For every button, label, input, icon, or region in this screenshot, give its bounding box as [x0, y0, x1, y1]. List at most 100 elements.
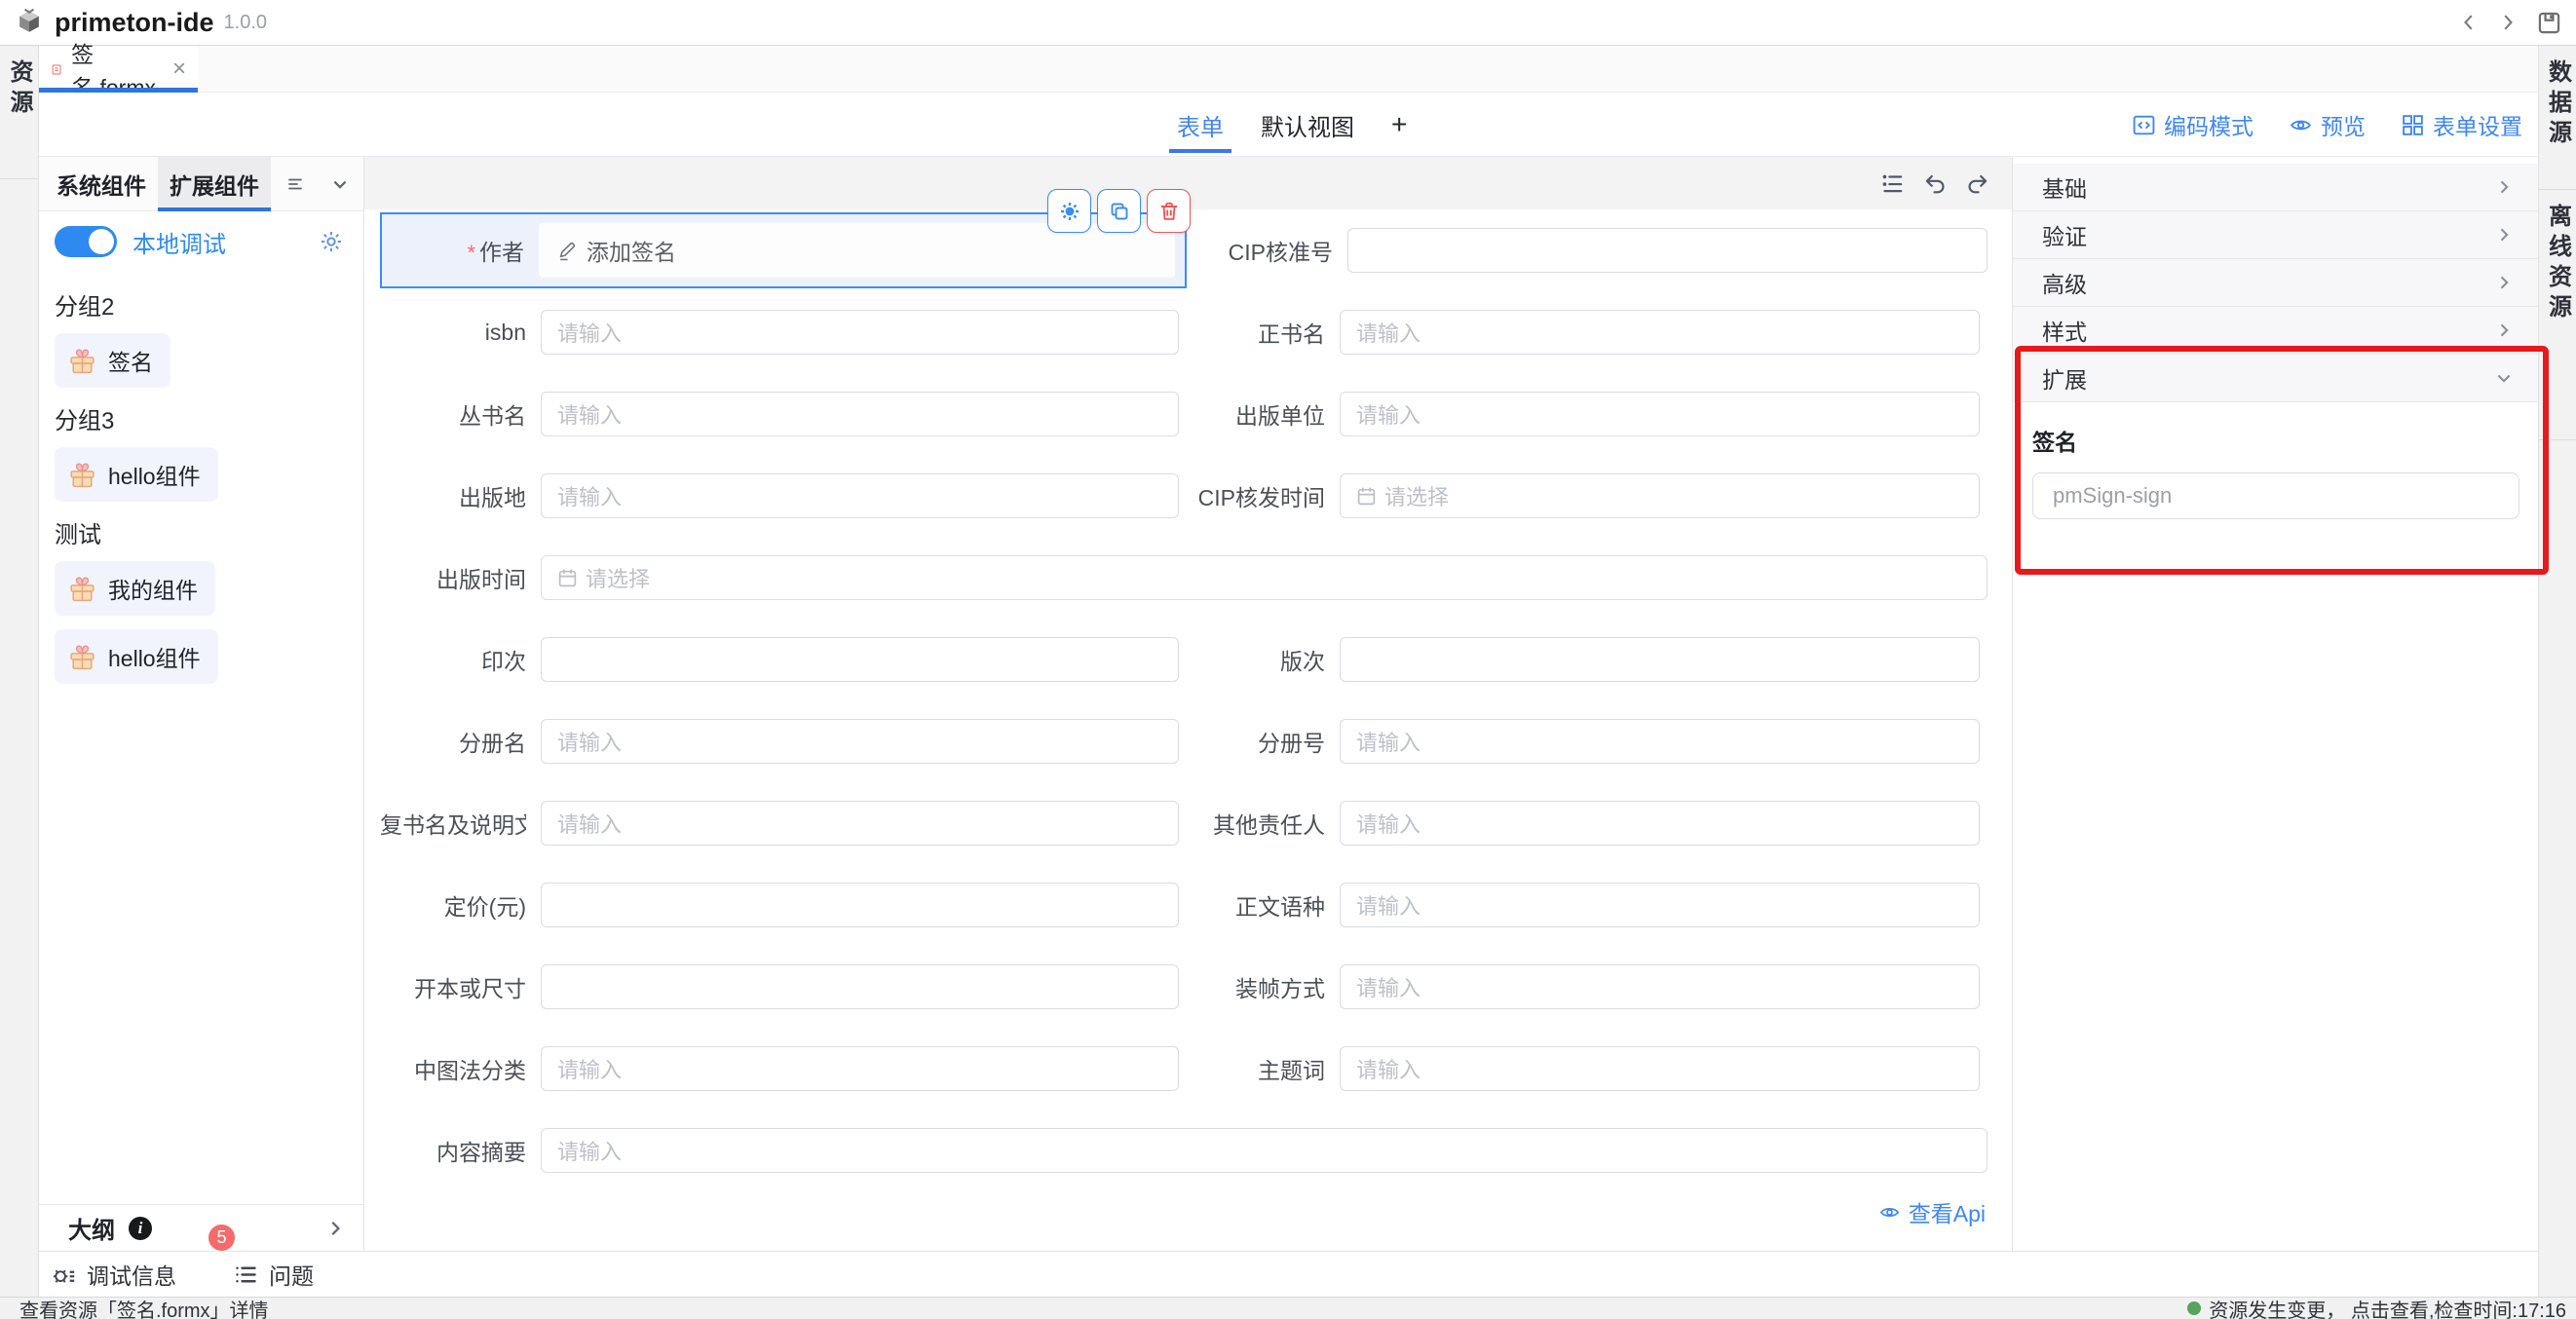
- field-input[interactable]: [541, 883, 1179, 927]
- debug-info-label: 调试信息: [87, 1258, 176, 1291]
- form-canvas: *作者 添加签名 CIP核准号: [364, 157, 2012, 1251]
- field-input[interactable]: 请输入: [1340, 310, 1980, 355]
- debug-settings-gear-icon[interactable]: [319, 229, 344, 254]
- field-input[interactable]: 请输入: [1340, 392, 1980, 436]
- field-input[interactable]: 请输入: [541, 392, 1179, 436]
- date-field-input[interactable]: 请选择: [541, 555, 1988, 600]
- outline-tree-icon[interactable]: [1879, 170, 1905, 196]
- resources-strip-item[interactable]: 资源: [2, 59, 36, 120]
- component-groups: 分组2签名分组3hello组件测试我的组件hello组件: [39, 272, 363, 697]
- field-placeholder: 请选择: [1384, 480, 1449, 511]
- form-row: 丛书名请输入出版单位请输入: [380, 373, 1988, 455]
- sidebar-collapse-icon[interactable]: [330, 174, 350, 194]
- field-label: 主题词: [1189, 1052, 1325, 1085]
- field-input[interactable]: 请输入: [541, 473, 1179, 518]
- field-input[interactable]: 请输入: [1340, 883, 1980, 927]
- section-样式[interactable]: 样式: [2013, 307, 2538, 355]
- field-placeholder: 请输入: [557, 808, 622, 839]
- debug-info-button[interactable]: 调试信息: [51, 1258, 176, 1291]
- extension-section-body: 签名 pmSign-sign: [2013, 402, 2538, 576]
- component-card[interactable]: 签名: [55, 333, 170, 388]
- section-高级[interactable]: 高级: [2013, 259, 2538, 307]
- view-tabs-row: 表单 默认视图 + 编码模式 预览 表单设置: [39, 93, 2538, 157]
- datasource-strip-item[interactable]: 数据源: [2541, 59, 2575, 150]
- nav-forward-icon[interactable]: [2497, 12, 2519, 33]
- offline-resources-strip-item[interactable]: 离线资源: [2541, 204, 2575, 324]
- field-placeholder: 请输入: [1356, 808, 1421, 839]
- date-field-input[interactable]: 请选择: [1340, 473, 1980, 518]
- component-delete-button[interactable]: [1147, 189, 1191, 233]
- tab-close-icon[interactable]: ×: [172, 57, 186, 81]
- component-settings-button[interactable]: [1047, 189, 1091, 233]
- component-group-title: 分组3: [55, 401, 348, 435]
- field-placeholder: 请输入: [557, 398, 622, 430]
- tab-extension-components[interactable]: 扩展组件: [158, 157, 271, 211]
- component-card[interactable]: 我的组件: [55, 561, 215, 616]
- field-input[interactable]: 请输入: [541, 719, 1179, 764]
- signature-placeholder: 添加签名: [587, 234, 676, 267]
- problems-button[interactable]: 问题: [233, 1258, 314, 1291]
- field-label: 丛书名: [380, 397, 526, 431]
- section-extension[interactable]: 扩展: [2013, 355, 2538, 402]
- form-row: 开本或尺寸装帧方式请输入: [380, 946, 1988, 1028]
- code-mode-button[interactable]: 编码模式: [2132, 108, 2254, 141]
- section-基础[interactable]: 基础: [2013, 164, 2538, 211]
- property-inspector: 基础验证高级样式 扩展 签名 pmSign-sign: [2012, 157, 2538, 1251]
- local-debug-toggle[interactable]: [55, 226, 117, 257]
- field-input[interactable]: 请输入: [1340, 719, 1980, 764]
- undo-icon[interactable]: [1922, 170, 1948, 196]
- tab-default-view[interactable]: 默认视图: [1261, 93, 1354, 157]
- component-group-title: 分组2: [55, 287, 348, 321]
- field-label: 分册名: [380, 725, 526, 758]
- component-list-icon[interactable]: [285, 174, 305, 194]
- field-label: 其他责任人: [1189, 807, 1325, 840]
- field-input[interactable]: [1347, 228, 1988, 273]
- save-icon[interactable]: [2536, 10, 2562, 36]
- component-card[interactable]: hello组件: [55, 447, 218, 502]
- field-input[interactable]: 请输入: [541, 310, 1179, 355]
- component-card[interactable]: hello组件: [55, 629, 218, 684]
- field-placeholder: 请输入: [557, 317, 622, 348]
- status-change-notice[interactable]: 资源发生变更， 点击查看,检查时间:17:16: [2187, 1295, 2566, 1319]
- component-sidebar: 系统组件 扩展组件 本地调试 分组2签名分组3hello组件测试我的组件hell…: [39, 157, 364, 1204]
- section-label: 验证: [2042, 218, 2087, 251]
- view-api-link[interactable]: 查看Api: [380, 1191, 1988, 1232]
- section-label: 样式: [2042, 314, 2087, 347]
- app-logo-icon: [14, 7, 45, 38]
- nav-back-icon[interactable]: [2458, 12, 2480, 33]
- add-view-button[interactable]: +: [1391, 109, 1407, 140]
- field-input[interactable]: [541, 964, 1179, 1009]
- chevron-right-icon: [2494, 177, 2514, 197]
- info-icon: i: [129, 1217, 152, 1240]
- extension-field-value: pmSign-sign: [2053, 483, 2172, 509]
- field-placeholder: 请输入: [1356, 726, 1421, 757]
- selected-signature-component[interactable]: *作者 添加签名: [380, 212, 1187, 288]
- status-resource-link[interactable]: 查看资源「签名.formx」详情: [19, 1295, 269, 1319]
- gift-icon: [66, 459, 98, 491]
- file-tab-strip: 签名.formx ×: [39, 46, 2538, 93]
- chevron-right-icon[interactable]: [324, 1218, 346, 1239]
- field-placeholder: 请输入: [557, 480, 622, 511]
- chevron-right-icon: [2494, 320, 2514, 340]
- field-input[interactable]: 请输入: [1340, 801, 1980, 846]
- field-input[interactable]: 请输入: [1340, 1046, 1980, 1091]
- field-input[interactable]: 请输入: [541, 1128, 1988, 1173]
- preview-button[interactable]: 预览: [2289, 108, 2366, 141]
- component-card-label: 我的组件: [108, 572, 198, 605]
- field-input[interactable]: 请输入: [541, 1046, 1179, 1091]
- form-settings-button[interactable]: 表单设置: [2401, 108, 2522, 141]
- tab-form[interactable]: 表单: [1177, 93, 1224, 157]
- section-验证[interactable]: 验证: [2013, 211, 2538, 259]
- component-copy-button[interactable]: [1097, 189, 1141, 233]
- outline-row[interactable]: 大纲 i: [39, 1204, 364, 1251]
- redo-icon[interactable]: [1965, 170, 1990, 196]
- file-tab-signature-formx[interactable]: 签名.formx ×: [39, 46, 198, 93]
- field-label: CIP核准号: [1196, 234, 1333, 267]
- field-input[interactable]: [541, 637, 1179, 682]
- chevron-right-icon: [2494, 225, 2514, 245]
- field-input[interactable]: 请输入: [1340, 964, 1980, 1009]
- extension-field-input[interactable]: pmSign-sign: [2032, 472, 2519, 519]
- field-input[interactable]: [1340, 637, 1980, 682]
- tab-system-components[interactable]: 系统组件: [45, 157, 158, 211]
- field-input[interactable]: 请输入: [541, 801, 1179, 846]
